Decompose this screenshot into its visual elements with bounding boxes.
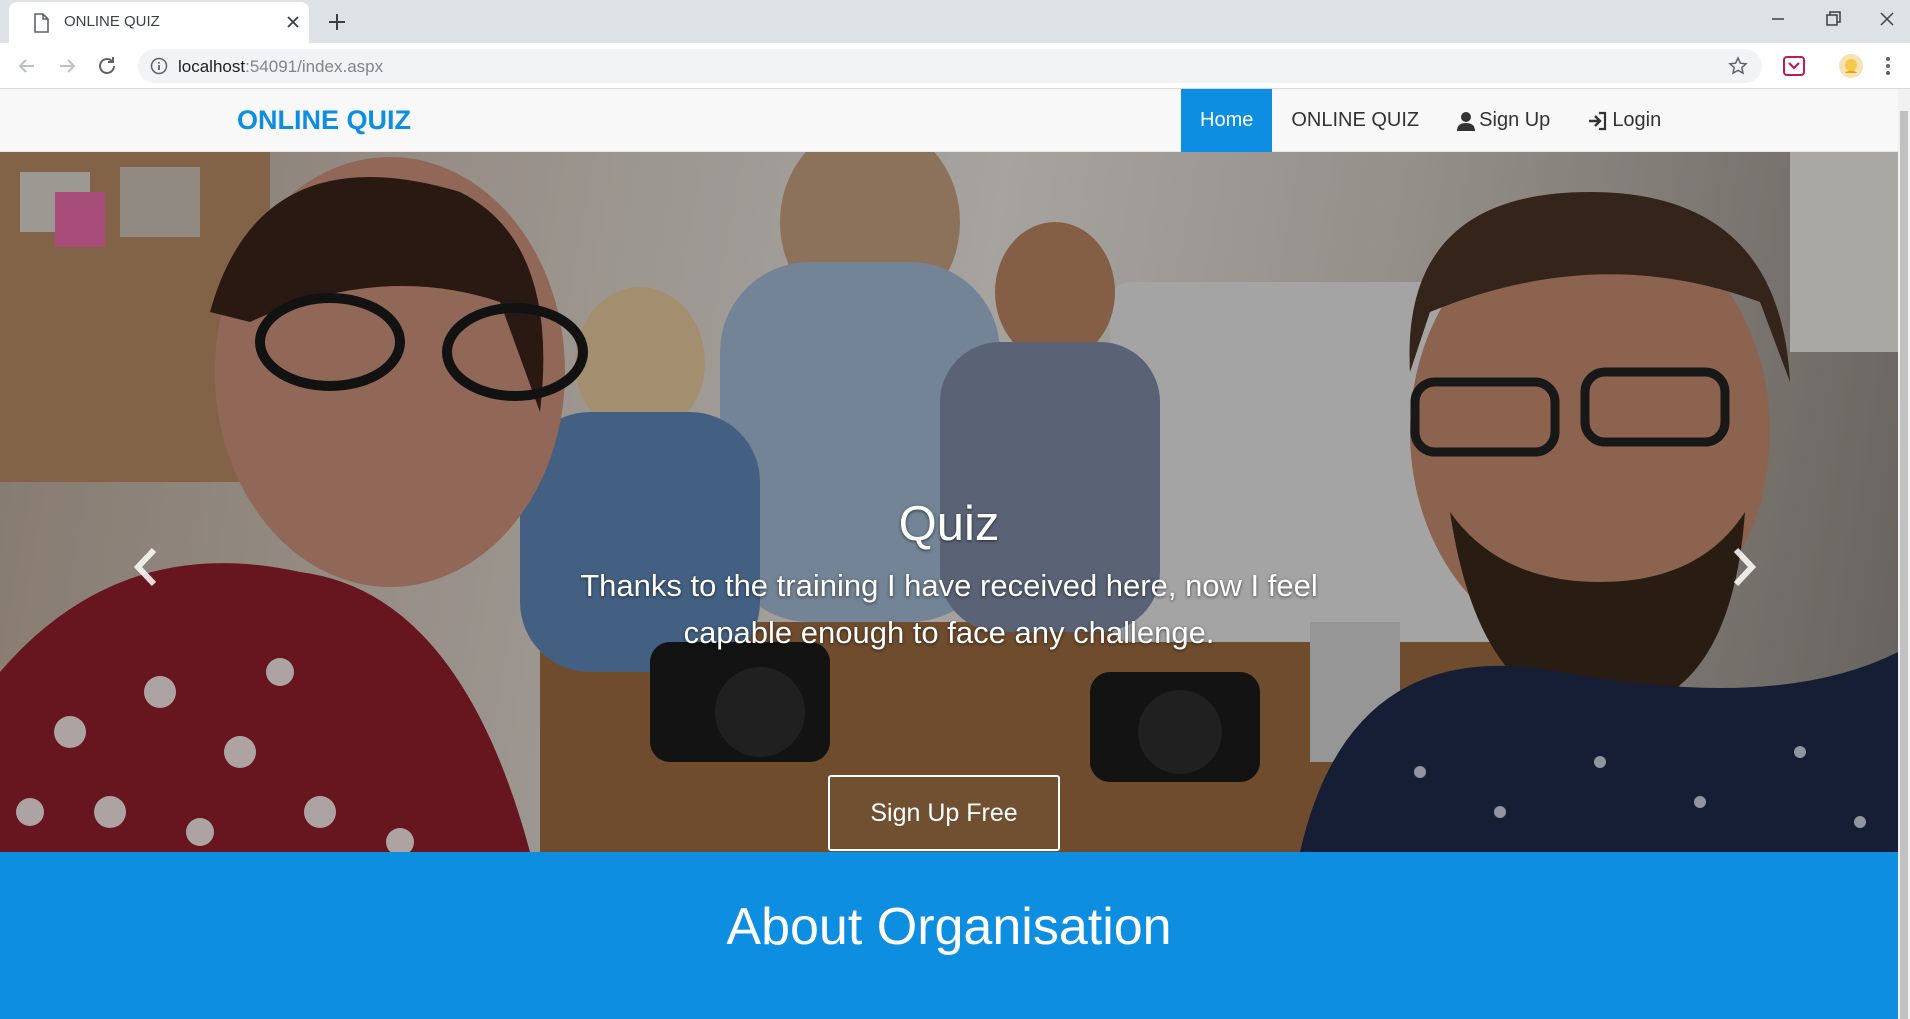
address-url[interactable]: localhost:54091/index.aspx: [178, 57, 383, 77]
scrollbar-thumb[interactable]: [1900, 111, 1908, 1019]
carousel-prev-icon[interactable]: [126, 542, 166, 592]
back-icon[interactable]: [15, 54, 39, 78]
browser-toolbar: localhost:54091/index.aspx: [0, 43, 1910, 89]
menu-item-home[interactable]: Home: [1181, 89, 1273, 152]
menu-item-label: ONLINE QUIZ: [1291, 109, 1420, 131]
pocket-extension-icon[interactable]: [1781, 53, 1807, 79]
menu-item-label: Login: [1612, 109, 1662, 131]
info-icon[interactable]: [150, 57, 168, 75]
menu-item-sign-up[interactable]: Sign Up: [1438, 89, 1569, 152]
menu-item-online-quiz[interactable]: ONLINE QUIZ: [1272, 89, 1438, 152]
restore-icon[interactable]: [1818, 6, 1848, 32]
browser-tab[interactable]: ONLINE QUIZ: [9, 2, 309, 43]
page-icon: [34, 13, 49, 33]
site-brand[interactable]: ONLINE QUIZ: [237, 105, 411, 136]
page-viewport: ONLINE QUIZ Home ONLINE QUIZ Sign Up Log…: [0, 89, 1898, 1019]
user-icon: [1457, 111, 1476, 131]
menu-item-login[interactable]: Login: [1569, 89, 1680, 152]
new-tab-icon[interactable]: [325, 10, 349, 34]
about-section: About Organisation: [0, 852, 1898, 1019]
menu-item-label: Home: [1200, 109, 1254, 131]
minimize-icon[interactable]: [1763, 6, 1793, 32]
page-scrollbar[interactable]: [1898, 89, 1910, 1019]
main-menu: Home ONLINE QUIZ Sign Up Login: [1181, 89, 1680, 152]
reload-icon[interactable]: [95, 54, 119, 78]
caption-title: Quiz: [898, 497, 1000, 551]
caption-text: Thanks to the training I have received h…: [580, 568, 1318, 650]
browser-tab-bar: ONLINE QUIZ: [0, 0, 1910, 43]
carousel-next-icon[interactable]: [1724, 542, 1764, 592]
forward-icon[interactable]: [55, 54, 79, 78]
bookmark-star-icon[interactable]: [1728, 56, 1748, 76]
login-icon: [1589, 111, 1607, 130]
about-title: About Organisation: [726, 898, 1172, 956]
url-host: localhost: [178, 57, 246, 76]
profile-avatar-icon[interactable]: [1838, 53, 1864, 79]
tab-title: ONLINE QUIZ: [64, 13, 160, 30]
menu-item-label: Sign Up: [1479, 109, 1551, 131]
url-path: :54091/index.aspx: [245, 57, 384, 76]
close-tab-icon[interactable]: [284, 13, 302, 31]
site-navbar: ONLINE QUIZ Home ONLINE QUIZ Sign Up Log…: [0, 89, 1898, 152]
sign-up-free-button[interactable]: Sign Up Free: [828, 775, 1060, 851]
carousel-caption: Quiz Thanks to the training I have recei…: [550, 492, 1348, 656]
close-window-icon[interactable]: [1872, 6, 1902, 32]
hero-carousel: Quiz Thanks to the training I have recei…: [0, 152, 1898, 852]
address-bar[interactable]: localhost:54091/index.aspx: [138, 49, 1762, 83]
browser-menu-icon[interactable]: [1880, 53, 1896, 79]
